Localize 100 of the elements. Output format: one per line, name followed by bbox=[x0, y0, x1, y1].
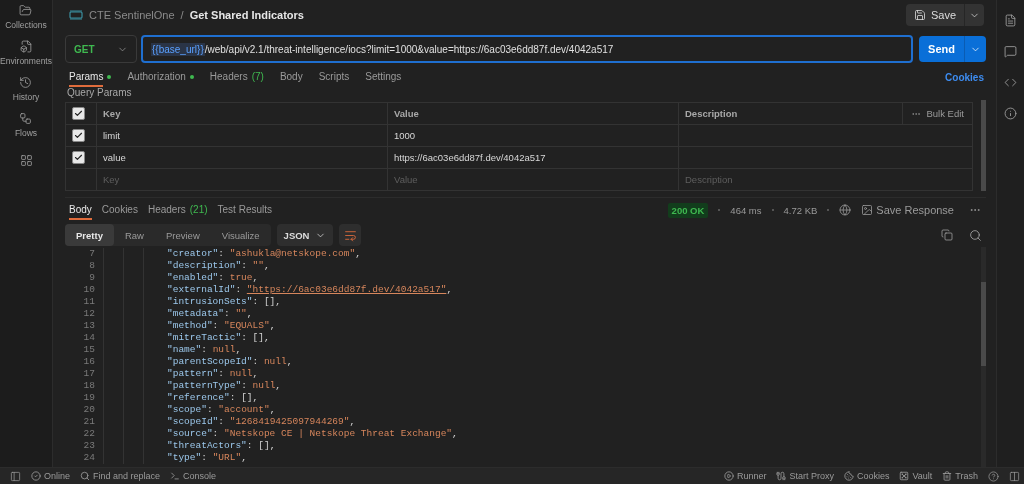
scrollbar[interactable] bbox=[981, 100, 986, 191]
line-number: 23 bbox=[82, 440, 96, 452]
sidebar-item[interactable]: Flows bbox=[14, 112, 38, 138]
response-size: 4.72 KB bbox=[783, 204, 818, 216]
status-bar-item[interactable]: Online bbox=[31, 471, 70, 481]
code-line: "scope": "account", bbox=[167, 404, 276, 416]
response-tab[interactable]: Headers (21) bbox=[147, 200, 208, 220]
checkbox[interactable] bbox=[72, 151, 85, 164]
url-field[interactable]: {{base_url}}/web/api/v2.1/threat-intelligence/iocs?limit=1000&value=https://6ac03e6dd87f.dev/4042a517 bbox=[141, 35, 913, 63]
view-mode-tab[interactable]: Visualize bbox=[210, 224, 271, 246]
line-number: 16 bbox=[82, 356, 96, 368]
vault-icon bbox=[899, 471, 910, 481]
apps-button[interactable] bbox=[19, 154, 33, 167]
line-number: 20 bbox=[82, 404, 96, 416]
code-line: "source": "Netskope CE | Netskope Threat Exchange", bbox=[167, 428, 458, 440]
http-icon bbox=[69, 10, 83, 20]
checkbox[interactable] bbox=[72, 107, 85, 120]
table-cell[interactable]: https://6ac03e6dd87f.dev/4042a517 bbox=[387, 147, 678, 168]
code-line: "name": null, bbox=[167, 344, 242, 356]
section-title: Query Params bbox=[66, 87, 133, 100]
table-cell[interactable]: value bbox=[96, 147, 387, 168]
trash-icon bbox=[942, 471, 953, 481]
line-number: 9 bbox=[88, 272, 96, 284]
method-select[interactable]: GET bbox=[65, 35, 137, 63]
sidebar-item[interactable]: History bbox=[12, 76, 40, 102]
line-number: 24 bbox=[82, 452, 96, 464]
line-number: 15 bbox=[82, 344, 96, 356]
code-line: "creator": "ashukla@netskope.com", bbox=[167, 248, 361, 260]
status-bar-item[interactable]: Trash bbox=[942, 471, 978, 481]
status-bar-item[interactable]: Start Proxy bbox=[776, 471, 834, 481]
check-icon bbox=[74, 153, 83, 162]
view-mode-tab[interactable]: Preview bbox=[154, 224, 211, 246]
bulk-edit-button[interactable]: Bulk Edit bbox=[901, 103, 972, 124]
line-number: 21 bbox=[82, 416, 96, 428]
status-bar-item[interactable]: Cookies bbox=[843, 471, 890, 481]
line-number: 17 bbox=[82, 368, 96, 380]
check-circle-icon bbox=[31, 471, 41, 481]
search-icon bbox=[80, 471, 90, 481]
check-icon bbox=[74, 131, 83, 140]
response-time: 464 ms bbox=[730, 204, 762, 216]
collection-name[interactable]: CTE SentinelOne bbox=[89, 9, 175, 21]
save-response-button[interactable]: Save Response bbox=[861, 204, 954, 216]
column-header: Description bbox=[684, 108, 739, 119]
code-line: "parentScopeId": null, bbox=[167, 356, 293, 368]
code-line: "method": "EQUALS", bbox=[167, 320, 276, 332]
status-bar-item[interactable]: Vault bbox=[899, 471, 933, 481]
line-number: 18 bbox=[82, 380, 96, 392]
sidebar-toggle-icon bbox=[10, 470, 21, 482]
line-number: 14 bbox=[82, 332, 96, 344]
response-tab[interactable]: Test Results bbox=[217, 200, 272, 220]
layout-icon bbox=[1009, 470, 1020, 482]
line-number: 19 bbox=[82, 392, 96, 404]
request-tab[interactable]: Body bbox=[279, 67, 303, 87]
flow-icon bbox=[19, 112, 33, 125]
view-mode-tab[interactable]: Raw bbox=[113, 224, 155, 246]
image-icon bbox=[861, 204, 874, 216]
status-bar-item[interactable]: Find and replace bbox=[80, 471, 161, 481]
cookies-link[interactable]: Cookies bbox=[945, 71, 984, 83]
wrap-lines-button[interactable] bbox=[339, 224, 362, 246]
status-bar-item[interactable]: Console bbox=[170, 471, 217, 481]
request-tab[interactable]: Settings bbox=[365, 67, 402, 87]
line-number: 10 bbox=[82, 284, 96, 296]
request-title: Get Shared Indicators bbox=[189, 9, 304, 21]
response-tab[interactable]: Body bbox=[69, 200, 92, 220]
column-header: Key bbox=[96, 103, 387, 124]
play-icon bbox=[723, 471, 734, 481]
table-cell[interactable]: 1000 bbox=[387, 125, 678, 146]
view-mode-tab[interactable]: Pretty bbox=[65, 224, 114, 246]
code-line: "externalId": "https://6ac03e6dd87f.dev/4042a517", bbox=[167, 284, 453, 296]
response-tab[interactable]: Cookies bbox=[101, 200, 138, 220]
code-line: "enabled": true, bbox=[167, 272, 259, 284]
copy-icon bbox=[941, 229, 953, 241]
line-number: 12 bbox=[82, 308, 96, 320]
globe-icon bbox=[839, 204, 852, 216]
format-select[interactable]: JSON bbox=[276, 224, 334, 246]
code-line: "mitreTactic": [], bbox=[167, 332, 270, 344]
line-number: 22 bbox=[82, 428, 96, 440]
sidebar-item[interactable]: Collections bbox=[5, 4, 47, 30]
code-line: "scopeId": "1268419425097944269", bbox=[167, 416, 356, 428]
search-icon bbox=[968, 228, 982, 242]
line-number: 8 bbox=[88, 260, 96, 272]
request-tab[interactable]: Authorization bbox=[127, 67, 186, 87]
request-tab[interactable]: Headers (7) bbox=[209, 67, 264, 87]
code-line: "metadata": "", bbox=[167, 308, 253, 320]
document-icon bbox=[1004, 14, 1017, 27]
cookie-icon bbox=[843, 471, 854, 481]
checkbox[interactable] bbox=[72, 129, 85, 142]
sidebar-item[interactable]: Environments bbox=[0, 40, 52, 66]
status-bar-item[interactable]: Runner bbox=[723, 471, 767, 481]
code-line: "threatActors": [], bbox=[167, 440, 276, 452]
line-number: 7 bbox=[88, 248, 96, 260]
code-line: "type": "URL", bbox=[167, 452, 247, 464]
table-cell[interactable]: limit bbox=[96, 125, 387, 146]
wrap-icon bbox=[344, 228, 357, 242]
breadcrumb-separator: / bbox=[180, 9, 184, 21]
description-field[interactable]: Description bbox=[679, 170, 972, 189]
request-tab[interactable]: Params bbox=[69, 67, 104, 87]
line-number: 13 bbox=[82, 320, 96, 332]
request-tab[interactable]: Scripts bbox=[318, 67, 350, 87]
scrollbar[interactable] bbox=[981, 247, 986, 467]
